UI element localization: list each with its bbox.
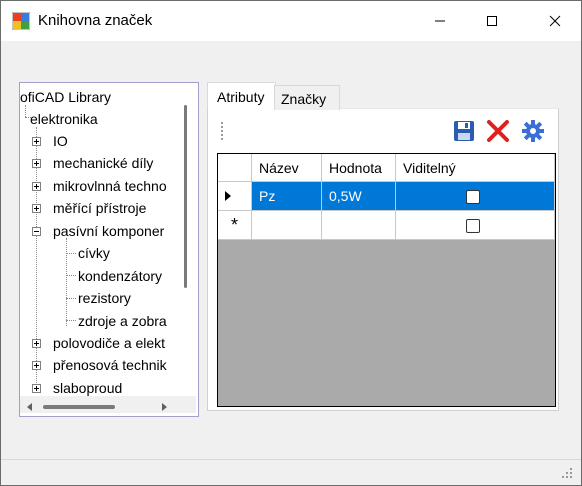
cell-viditelny[interactable] <box>396 211 555 240</box>
tree-node-prenosova[interactable]: přenosová technik <box>53 354 167 376</box>
current-row-icon <box>225 191 231 201</box>
tree-node-io[interactable]: IO <box>53 130 68 152</box>
cell-viditelny[interactable] <box>396 182 555 211</box>
delete-icon[interactable] <box>486 119 510 143</box>
tab-atributy[interactable]: Atributy <box>207 82 276 110</box>
tree-connector <box>66 238 67 326</box>
tree-node-rezistory[interactable]: rezistory <box>78 287 131 309</box>
close-icon <box>549 15 561 27</box>
tree-node-zdroje[interactable]: zdroje a zobra <box>78 310 167 332</box>
save-icon[interactable] <box>452 119 476 143</box>
resize-grip-icon[interactable] <box>558 464 574 480</box>
app-window: Knihovna značek ofiCAD Library elektroni… <box>0 0 582 486</box>
row-header[interactable] <box>218 182 252 211</box>
tree-node-elektronika[interactable]: elektronika <box>30 108 98 130</box>
grid-corner-header <box>218 154 252 182</box>
expand-icon[interactable] <box>32 361 41 370</box>
new-row-icon[interactable]: * <box>218 211 252 240</box>
expand-icon[interactable] <box>32 339 41 348</box>
tree-node-merici-pristroje[interactable]: měřící přístroje <box>53 197 146 219</box>
attributes-toolbar <box>217 117 554 145</box>
tree-node-kondenzatory[interactable]: kondenzátory <box>78 265 162 287</box>
expand-icon[interactable] <box>32 182 41 191</box>
horizontal-scrollbar-thumb[interactable] <box>43 405 115 409</box>
tree-connector <box>66 275 76 276</box>
cell-hodnota[interactable]: 0,5W <box>322 182 396 211</box>
close-button[interactable] <box>529 1 581 41</box>
minimize-button[interactable] <box>414 1 466 41</box>
vertical-scrollbar-thumb[interactable] <box>184 105 187 288</box>
maximize-icon <box>487 16 497 26</box>
attributes-grid[interactable]: Název Hodnota Viditelný Pz 0,5W * <box>217 153 556 407</box>
scroll-left-icon[interactable] <box>27 403 32 411</box>
tab-label: Atributy <box>217 89 265 105</box>
maximize-button[interactable] <box>466 1 518 41</box>
tree-node-pasivni[interactable]: pasívní komponer <box>53 220 164 242</box>
cell-hodnota[interactable] <box>322 211 396 240</box>
column-header-viditelny[interactable]: Viditelný <box>396 154 555 182</box>
tree-node-civky[interactable]: cívky <box>78 242 110 264</box>
tree-node-polovodice[interactable]: polovodiče a elekt <box>53 332 165 354</box>
collapse-icon[interactable] <box>32 227 41 236</box>
title-bar[interactable]: Knihovna značek <box>1 1 581 41</box>
expand-icon[interactable] <box>32 204 41 213</box>
window-title: Knihovna značek <box>38 12 153 29</box>
tree-node-mechanicke-dily[interactable]: mechanické díly <box>53 152 153 174</box>
library-tree[interactable]: ofiCAD Library elektronika IO mechanické… <box>19 82 199 417</box>
toolbar-grip[interactable] <box>221 122 225 140</box>
expand-icon[interactable] <box>32 137 41 146</box>
column-header-hodnota[interactable]: Hodnota <box>322 154 396 182</box>
scroll-right-icon[interactable] <box>162 403 167 411</box>
tab-label: Značky <box>281 91 327 107</box>
visible-checkbox[interactable] <box>466 219 480 233</box>
tab-znacky[interactable]: Značky <box>274 85 340 110</box>
app-icon <box>12 12 30 30</box>
expand-icon[interactable] <box>32 159 41 168</box>
settings-icon[interactable] <box>521 119 545 143</box>
status-strip-divider <box>1 459 581 460</box>
expand-icon[interactable] <box>32 384 41 393</box>
tree-root[interactable]: ofiCAD Library <box>20 86 111 108</box>
tree-connector <box>66 298 76 299</box>
column-header-nazev[interactable]: Název <box>252 154 322 182</box>
tree-node-mikrovlnna[interactable]: mikrovlnná techno <box>53 175 167 197</box>
tree-connector <box>66 320 76 321</box>
tree-connector <box>66 253 76 254</box>
cell-nazev[interactable] <box>252 211 322 240</box>
cell-nazev[interactable]: Pz <box>252 182 322 211</box>
visible-checkbox[interactable] <box>466 190 480 204</box>
minimize-icon <box>435 20 445 22</box>
